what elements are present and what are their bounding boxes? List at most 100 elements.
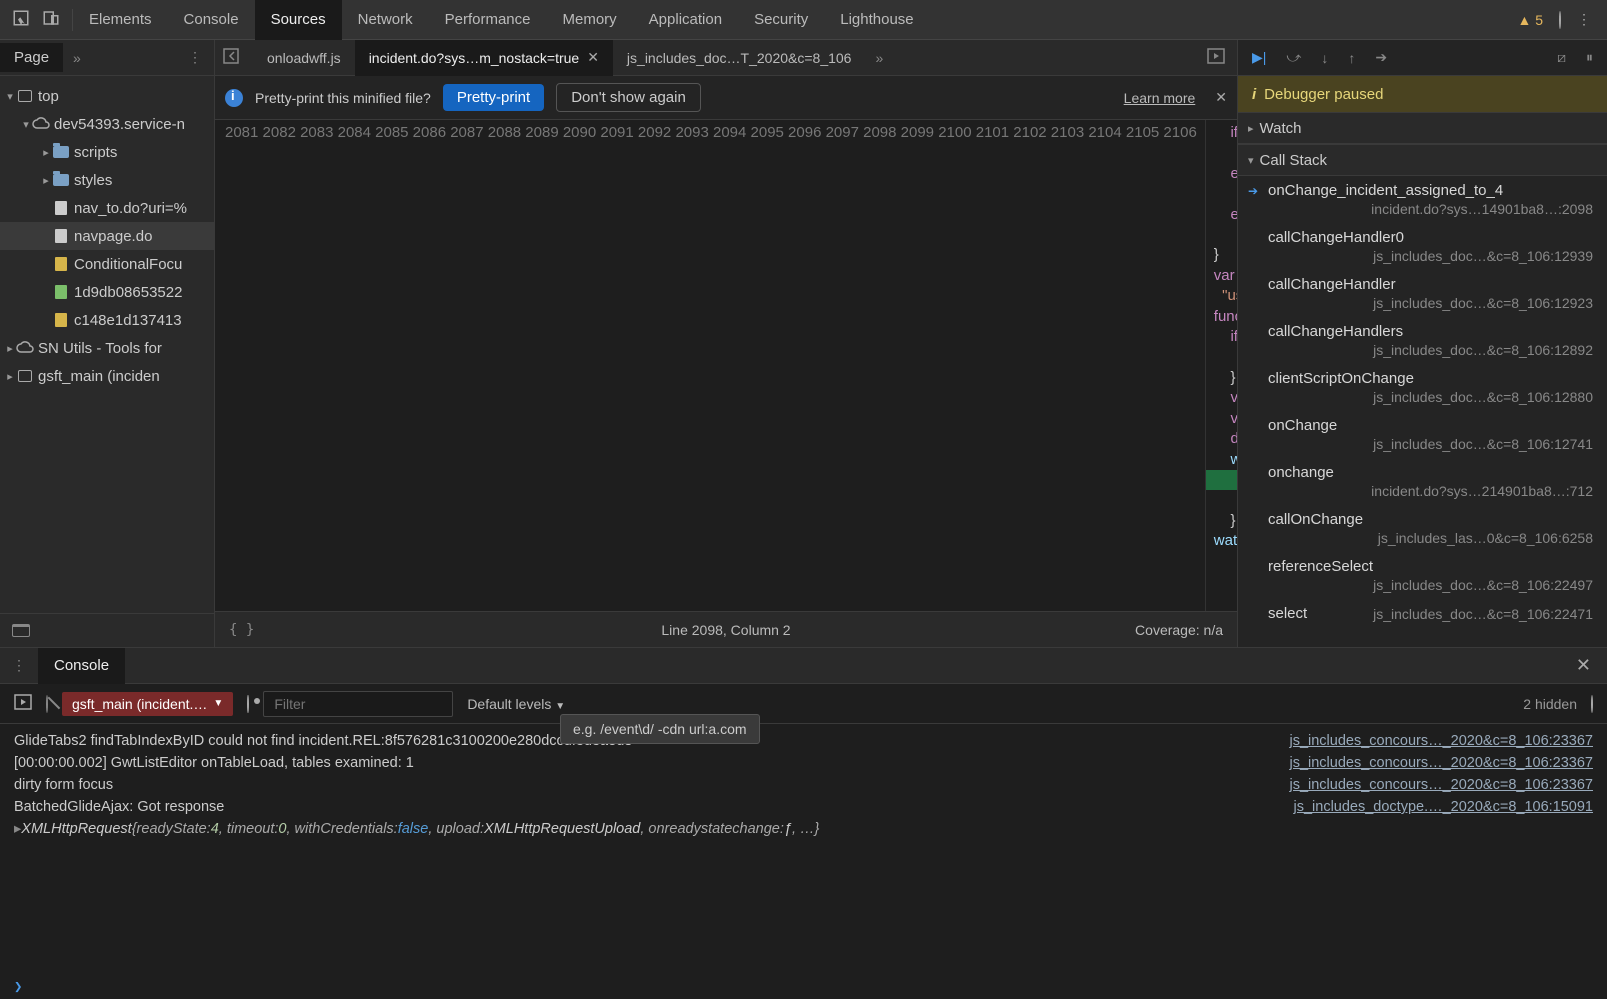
navigator-more-icon[interactable]: »: [63, 50, 91, 66]
call-stack-list: ➔onChange_incident_assigned_to_4incident…: [1238, 176, 1607, 647]
warning-badge[interactable]: ▲ 5: [1517, 12, 1543, 28]
step-over-icon[interactable]: ⤻: [1286, 49, 1301, 66]
stack-frame[interactable]: onchangeincident.do?sys…214901ba8…:712: [1238, 458, 1607, 505]
source-link[interactable]: js_includes_concours…_2020&c=8_106:23367: [1269, 777, 1593, 793]
tree-item[interactable]: ConditionalFocu: [0, 250, 214, 278]
tab-network[interactable]: Network: [342, 0, 429, 40]
console-filter-input[interactable]: [263, 691, 453, 717]
pretty-print-button[interactable]: Pretty-print: [443, 84, 544, 111]
run-icon[interactable]: [14, 694, 32, 713]
debugger-controls: ▶| ⤻ ↓ ↑ ➔ ⧄ ⏸: [1238, 40, 1607, 76]
more-icon[interactable]: ⋮: [1577, 11, 1591, 28]
paused-text: Debugger paused: [1264, 86, 1383, 103]
close-tab-icon[interactable]: ✕: [587, 49, 599, 66]
drawer-menu-icon[interactable]: ⋮: [0, 657, 38, 674]
console-output: GlideTabs2 findTabIndexByID could not fi…: [0, 724, 1607, 975]
clear-console-icon[interactable]: [46, 696, 48, 712]
stack-frame[interactable]: selectjs_includes_doc…&c=8_106:22471: [1238, 599, 1607, 628]
tree-item[interactable]: 1d9db08653522: [0, 278, 214, 306]
tree-item[interactable]: ▸scripts: [0, 138, 214, 166]
console-tab[interactable]: Console: [38, 648, 125, 684]
console-line: BatchedGlideAjax: Got responsejs_include…: [14, 796, 1593, 818]
drawer-icon[interactable]: [12, 624, 30, 637]
tab-performance[interactable]: Performance: [429, 0, 547, 40]
hidden-messages[interactable]: 2 hidden: [1523, 696, 1577, 712]
info-icon: i: [1252, 86, 1256, 103]
tabs-overflow-icon[interactable]: »: [865, 50, 893, 66]
cursor-position: Line 2098, Column 2: [661, 622, 790, 638]
tree-item[interactable]: ▸SN Utils - Tools for: [0, 334, 214, 362]
tree-item[interactable]: c148e1d137413: [0, 306, 214, 334]
console-settings-icon[interactable]: [1591, 696, 1593, 712]
paused-banner: i Debugger paused: [1238, 76, 1607, 112]
code-editor[interactable]: 2081 2082 2083 2084 2085 2086 2087 2088 …: [215, 120, 1237, 611]
editor-pane: onloadwff.jsincident.do?sys…m_nostack=tr…: [215, 40, 1237, 647]
tree-item[interactable]: nav_to.do?uri=%: [0, 194, 214, 222]
info-icon: [225, 89, 243, 107]
live-expression-icon[interactable]: [247, 696, 249, 712]
pause-exceptions-icon[interactable]: ⏸: [1586, 49, 1593, 66]
tab-security[interactable]: Security: [738, 0, 824, 40]
step-out-icon[interactable]: ↑: [1348, 50, 1355, 66]
navigator-pane: Page » ⋮ ▾top▾dev54393.service-n▸scripts…: [0, 40, 215, 647]
deactivate-breakpoints-icon[interactable]: ⧄: [1557, 49, 1566, 66]
tree-item[interactable]: ▾top: [0, 82, 214, 110]
history-back-icon[interactable]: [215, 48, 253, 67]
stack-frame[interactable]: ➔onChange_incident_assigned_to_4incident…: [1238, 176, 1607, 223]
tree-item[interactable]: navpage.do: [0, 222, 214, 250]
console-line: GlideTabs2 findTabIndexByID could not fi…: [14, 730, 1593, 752]
tree-item[interactable]: ▾dev54393.service-n: [0, 110, 214, 138]
log-levels-selector[interactable]: Default levels ▼: [467, 696, 565, 712]
run-snippet-icon[interactable]: [1195, 48, 1237, 67]
callstack-section[interactable]: ▾Call Stack: [1238, 144, 1607, 176]
tab-sources[interactable]: Sources: [255, 0, 342, 40]
dont-show-again-button[interactable]: Don't show again: [556, 83, 701, 112]
format-icon[interactable]: { }: [229, 622, 254, 638]
inspect-icon[interactable]: [12, 9, 30, 30]
learn-more-link[interactable]: Learn more: [1124, 90, 1196, 106]
source-link[interactable]: js_includes_doctype.…_2020&c=8_106:15091: [1274, 799, 1594, 815]
coverage-status: Coverage: n/a: [1135, 622, 1223, 638]
device-icon[interactable]: [42, 9, 60, 30]
step-icon[interactable]: ➔: [1375, 49, 1387, 66]
tab-application[interactable]: Application: [633, 0, 738, 40]
tree-item[interactable]: ▸styles: [0, 166, 214, 194]
navigator-menu-icon[interactable]: ⋮: [176, 49, 214, 66]
tab-elements[interactable]: Elements: [73, 0, 168, 40]
stack-frame[interactable]: referenceSelectjs_includes_doc…&c=8_106:…: [1238, 552, 1607, 599]
resume-icon[interactable]: ▶|: [1252, 49, 1266, 66]
watch-section[interactable]: ▸Watch: [1238, 112, 1607, 144]
stack-frame[interactable]: clientScriptOnChangejs_includes_doc…&c=8…: [1238, 364, 1607, 411]
console-toolbar: gsft_main (incident.…▼ Default levels ▼ …: [0, 684, 1607, 724]
step-into-icon[interactable]: ↓: [1321, 50, 1328, 66]
console-line[interactable]: ▸ XMLHttpRequest {readyState: 4, timeout…: [14, 818, 1593, 840]
tab-console[interactable]: Console: [168, 0, 255, 40]
close-bar-icon[interactable]: ✕: [1207, 89, 1227, 106]
source-link[interactable]: js_includes_concours…_2020&c=8_106:23367: [1269, 733, 1593, 749]
debugger-pane: ▶| ⤻ ↓ ↑ ➔ ⧄ ⏸ i Debugger paused ▸Watch …: [1237, 40, 1607, 647]
console-line: [00:00:00.002] GwtListEditor onTableLoad…: [14, 752, 1593, 774]
main-toolbar: ElementsConsoleSourcesNetworkPerformance…: [0, 0, 1607, 40]
settings-icon[interactable]: [1559, 12, 1561, 28]
stack-frame[interactable]: onChangejs_includes_doc…&c=8_106:12741: [1238, 411, 1607, 458]
tab-memory[interactable]: Memory: [547, 0, 633, 40]
stack-frame[interactable]: callOnChangejs_includes_las…0&c=8_106:62…: [1238, 505, 1607, 552]
stack-frame[interactable]: callChangeHandler0js_includes_doc…&c=8_1…: [1238, 223, 1607, 270]
file-tree: ▾top▾dev54393.service-n▸scripts▸stylesna…: [0, 76, 214, 613]
console-prompt[interactable]: ❯: [0, 975, 1607, 999]
drawer-close-icon[interactable]: ✕: [1560, 655, 1607, 676]
console-line: dirty form focusjs_includes_concours…_20…: [14, 774, 1593, 796]
stack-frame[interactable]: callChangeHandlersjs_includes_doc…&c=8_1…: [1238, 317, 1607, 364]
stack-frame[interactable]: callChangeHandlerjs_includes_doc…&c=8_10…: [1238, 270, 1607, 317]
tab-lighthouse[interactable]: Lighthouse: [824, 0, 929, 40]
source-link[interactable]: js_includes_concours…_2020&c=8_106:23367: [1269, 755, 1593, 771]
filter-hint-tooltip: e.g. /event\d/ -cdn url:a.com: [560, 714, 760, 744]
tree-item[interactable]: ▸gsft_main (inciden: [0, 362, 214, 390]
file-tab[interactable]: onloadwff.js: [253, 40, 355, 76]
file-tab-bar: onloadwff.jsincident.do?sys…m_nostack=tr…: [215, 40, 1237, 76]
pretty-print-bar: Pretty-print this minified file? Pretty-…: [215, 76, 1237, 120]
page-tab[interactable]: Page: [0, 43, 63, 72]
context-selector[interactable]: gsft_main (incident.…▼: [62, 692, 233, 716]
file-tab[interactable]: js_includes_doc…T_2020&c=8_106: [613, 40, 866, 76]
file-tab[interactable]: incident.do?sys…m_nostack=true✕: [355, 40, 613, 76]
